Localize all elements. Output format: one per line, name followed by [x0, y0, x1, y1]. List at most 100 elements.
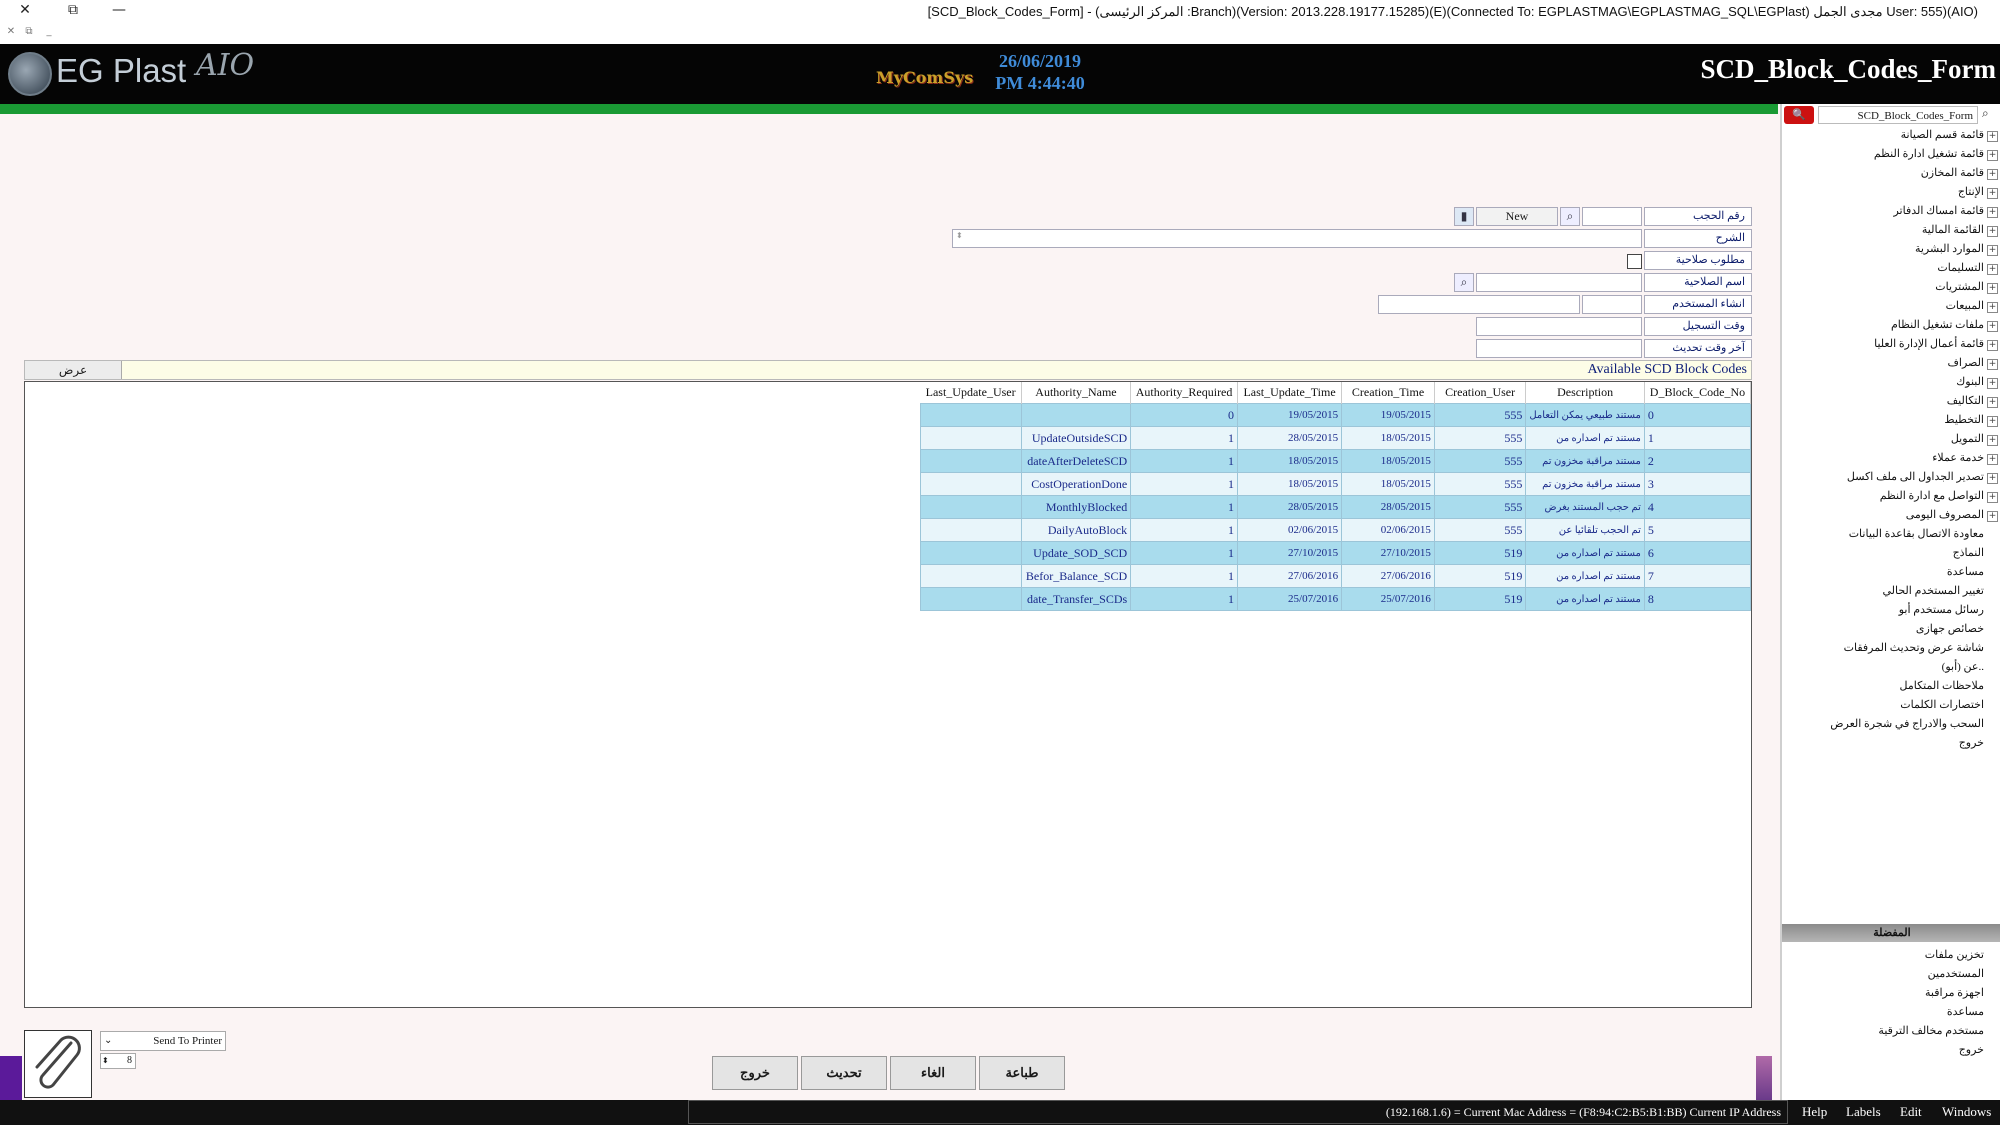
- nav-item[interactable]: تصدير الجداول الى ملف اكسل: [1847, 470, 1984, 484]
- expand-icon[interactable]: +: [1987, 435, 1998, 446]
- cell-description[interactable]: مستند تم اصداره من: [1525, 564, 1645, 588]
- cell-creation-user[interactable]: 555: [1433, 449, 1527, 473]
- cell-code[interactable]: 5: [1643, 518, 1752, 542]
- expand-icon[interactable]: +: [1987, 454, 1998, 465]
- nav-item[interactable]: قائمة تشغيل ادارة النظم: [1874, 147, 1984, 161]
- cell-creation-time[interactable]: 27/10/2015: [1341, 541, 1435, 565]
- cell-last-update-time[interactable]: 28/05/2015: [1236, 426, 1343, 450]
- expand-icon[interactable]: +: [1987, 473, 1998, 484]
- expand-icon[interactable]: +: [1987, 302, 1998, 313]
- cell-description[interactable]: مستند تم اصداره من: [1525, 541, 1645, 565]
- cell-last-update-user[interactable]: [920, 564, 1022, 588]
- cell-last-update-user[interactable]: [920, 403, 1022, 427]
- nav-item[interactable]: المبيعات: [1946, 299, 1984, 313]
- nav-item[interactable]: عن (أبو)..: [1942, 660, 1984, 674]
- expand-icon[interactable]: +: [1987, 150, 1998, 161]
- nav-item[interactable]: البنوك: [1956, 375, 1984, 389]
- send-to-printer-select[interactable]: ⌄ Send To Printer: [100, 1031, 226, 1051]
- cell-creation-time[interactable]: 25/07/2016: [1341, 587, 1435, 611]
- cell-last-update-time[interactable]: 19/05/2015: [1236, 403, 1343, 427]
- nav-item[interactable]: السحب والادراج في شجرة العرض: [1830, 717, 1984, 731]
- cell-authority-name[interactable]: [1020, 403, 1132, 427]
- nav-item[interactable]: شاشة عرض وتحديث المرفقات: [1844, 641, 1984, 655]
- cell-creation-user[interactable]: 519: [1433, 587, 1527, 611]
- block-no-search-icon[interactable]: ⌕: [1560, 207, 1580, 226]
- nav-item[interactable]: ملاحظات المتكامل: [1900, 679, 1984, 693]
- cell-code[interactable]: 0: [1643, 403, 1752, 427]
- cell-last-update-time[interactable]: 27/10/2015: [1236, 541, 1343, 565]
- expand-icon[interactable]: +: [1987, 226, 1998, 237]
- nav-item[interactable]: التخطيط: [1944, 413, 1984, 427]
- favorite-item[interactable]: تخزين ملفات: [1925, 948, 1984, 962]
- attachment-button[interactable]: [24, 1030, 92, 1098]
- nav-item[interactable]: قائمة أعمال الإدارة العليا: [1874, 337, 1984, 351]
- minimize-window-icon[interactable]: —: [104, 2, 134, 22]
- cell-last-update-time[interactable]: 25/07/2016: [1236, 587, 1343, 611]
- nav-item[interactable]: المشتريات: [1935, 280, 1984, 294]
- expand-icon[interactable]: +: [1987, 169, 1998, 180]
- cell-authority-name[interactable]: CostOperationDone: [1020, 472, 1132, 496]
- cell-last-update-user[interactable]: [920, 587, 1022, 611]
- tools-widget-icon[interactable]: [1756, 1056, 1772, 1100]
- cell-authority-required[interactable]: 1: [1130, 449, 1238, 473]
- show-button[interactable]: عرض: [25, 361, 122, 379]
- cell-code[interactable]: 4: [1643, 495, 1752, 519]
- favorite-item[interactable]: اجهزة مراقبة: [1925, 986, 1984, 1000]
- cell-last-update-user[interactable]: [920, 518, 1022, 542]
- table-row[interactable]: MonthlyBlocked 1 28/05/2015 28/05/2015 555 تم…: [920, 495, 1752, 519]
- cell-creation-user[interactable]: 555: [1433, 495, 1527, 519]
- scroll-icon[interactable]: ⬍: [956, 231, 963, 240]
- cell-creation-time[interactable]: 18/05/2015: [1341, 472, 1435, 496]
- table-row[interactable]: dateAfterDeleteSCD 1 18/05/2015 18/05/2015 5…: [920, 449, 1752, 473]
- nav-search-icon[interactable]: ⌕: [1982, 106, 1998, 124]
- authority-required-checkbox[interactable]: [1627, 254, 1642, 269]
- cell-creation-user[interactable]: 519: [1433, 564, 1527, 588]
- stepper-arrows-icon[interactable]: ⬍: [102, 1054, 109, 1068]
- cell-last-update-time[interactable]: 18/05/2015: [1236, 472, 1343, 496]
- column-header[interactable]: Creation_User: [1434, 382, 1527, 404]
- cell-creation-time[interactable]: 27/06/2016: [1341, 564, 1435, 588]
- cell-last-update-user[interactable]: [920, 449, 1022, 473]
- table-row[interactable]: DailyAutoBlock 1 02/06/2015 02/06/2015 555 تم…: [920, 518, 1752, 542]
- cell-authority-name[interactable]: MonthlyBlocked: [1020, 495, 1132, 519]
- cell-creation-time[interactable]: 19/05/2015: [1341, 403, 1435, 427]
- close-window-icon[interactable]: ✕: [10, 2, 40, 22]
- cell-description[interactable]: مستند مراقبة مخزون تم: [1525, 472, 1645, 496]
- cell-creation-time[interactable]: 18/05/2015: [1341, 449, 1435, 473]
- nav-item[interactable]: مساعدة: [1947, 565, 1984, 579]
- nav-item[interactable]: خروج: [1959, 736, 1984, 750]
- nav-item[interactable]: الموارد البشرية: [1915, 242, 1984, 256]
- mdi-restore-icon[interactable]: ⧉: [22, 26, 36, 40]
- table-row[interactable]: UpdateOutsideSCD 1 28/05/2015 18/05/2015 555…: [920, 426, 1752, 450]
- expand-icon[interactable]: +: [1987, 283, 1998, 294]
- cell-authority-required[interactable]: 1: [1130, 541, 1238, 565]
- cell-authority-required[interactable]: 1: [1130, 587, 1238, 611]
- expand-icon[interactable]: +: [1987, 207, 1998, 218]
- cell-creation-time[interactable]: 02/06/2015: [1341, 518, 1435, 542]
- cell-code[interactable]: 8: [1643, 587, 1752, 611]
- column-header[interactable]: Last_Update_User: [920, 382, 1022, 404]
- expand-icon[interactable]: +: [1987, 340, 1998, 351]
- expand-icon[interactable]: +: [1987, 416, 1998, 427]
- nav-item[interactable]: التواصل مع ادارة النظم: [1880, 489, 1984, 503]
- cell-authority-required[interactable]: 1: [1130, 472, 1238, 496]
- block-no-input[interactable]: [1582, 207, 1642, 226]
- nav-search-input[interactable]: SCD_Block_Codes_Form: [1818, 106, 1978, 124]
- cell-authority-required[interactable]: 1: [1130, 426, 1238, 450]
- authority-name-input[interactable]: [1476, 273, 1642, 292]
- nav-item[interactable]: خدمة عملاء: [1932, 451, 1984, 465]
- cell-description[interactable]: مستند طبيعي يمكن التعامل: [1525, 403, 1645, 427]
- exit-button[interactable]: خروج: [712, 1056, 798, 1090]
- nav-item[interactable]: النماذج: [1953, 546, 1984, 560]
- table-row[interactable]: Update_SOD_SCD 1 27/10/2015 27/10/2015 519 مس…: [920, 541, 1752, 565]
- update-button[interactable]: تحديث: [801, 1056, 887, 1090]
- cell-authority-required[interactable]: 1: [1130, 495, 1238, 519]
- nav-item[interactable]: التسليمات: [1937, 261, 1984, 275]
- cell-creation-user[interactable]: 555: [1433, 426, 1527, 450]
- column-header[interactable]: Authority_Name: [1021, 382, 1132, 404]
- cell-creation-user[interactable]: 519: [1433, 541, 1527, 565]
- new-button[interactable]: New: [1476, 207, 1558, 226]
- cell-creation-time[interactable]: 18/05/2015: [1341, 426, 1435, 450]
- nav-item[interactable]: القائمة المالية: [1922, 223, 1984, 237]
- favorite-item[interactable]: مساعدة: [1947, 1005, 1984, 1019]
